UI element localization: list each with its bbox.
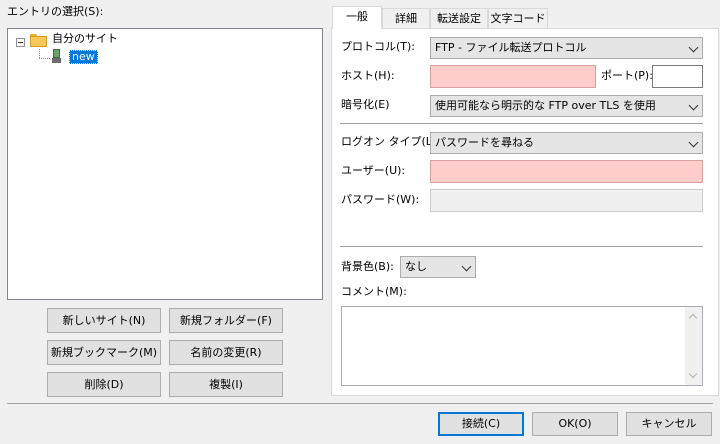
- cancel-button[interactable]: キャンセル: [626, 412, 712, 436]
- new-site-button[interactable]: 新しいサイト(N): [47, 308, 161, 333]
- port-input[interactable]: [652, 65, 703, 88]
- user-input[interactable]: [430, 160, 703, 183]
- comment-scrollbar[interactable]: [685, 307, 702, 385]
- collapse-icon[interactable]: [16, 38, 25, 47]
- chevron-down-icon: [688, 137, 699, 148]
- port-label: ポート(P):: [601, 69, 653, 82]
- protocol-select[interactable]: FTP - ファイル転送プロトコル: [430, 37, 703, 59]
- separator: [340, 123, 703, 124]
- encryption-value: 使用可能なら明示的な FTP over TLS を使用: [435, 99, 656, 112]
- tab-transfer-settings[interactable]: 転送設定: [430, 8, 488, 28]
- new-bookmark-button[interactable]: 新規ブックマーク(M): [47, 340, 161, 365]
- connect-button[interactable]: 接続(C): [438, 412, 524, 436]
- scroll-up-icon[interactable]: [688, 313, 698, 323]
- tree-root-label[interactable]: 自分のサイト: [52, 32, 118, 46]
- rename-button[interactable]: 名前の変更(R): [169, 340, 283, 365]
- folder-icon: [30, 34, 47, 47]
- background-color-select[interactable]: なし: [400, 256, 476, 278]
- ok-button[interactable]: OK(O): [532, 412, 618, 436]
- comment-label: コメント(M):: [341, 285, 407, 298]
- host-label: ホスト(H):: [341, 69, 395, 82]
- protocol-value: FTP - ファイル転送プロトコル: [435, 41, 587, 54]
- chevron-down-icon: [461, 261, 472, 272]
- duplicate-button[interactable]: 複製(I): [169, 372, 283, 397]
- server-icon: [52, 49, 61, 63]
- tab-advanced[interactable]: 詳細: [382, 8, 430, 28]
- site-tree[interactable]: 自分のサイト new: [7, 28, 323, 300]
- scroll-down-icon[interactable]: [688, 369, 698, 379]
- protocol-label: プロトコル(T):: [341, 40, 416, 53]
- delete-button[interactable]: 削除(D): [47, 372, 161, 397]
- new-folder-button[interactable]: 新規フォルダー(F): [169, 308, 283, 333]
- password-input: [430, 189, 703, 212]
- logon-type-value: パスワードを尋ねる: [435, 136, 534, 149]
- footer-separator: [7, 403, 713, 404]
- chevron-down-icon: [688, 42, 699, 53]
- chevron-down-icon: [688, 100, 699, 111]
- password-label: パスワード(W):: [341, 193, 420, 206]
- logon-type-label: ログオン タイプ(L):: [341, 135, 440, 148]
- tab-general[interactable]: 一般: [332, 6, 382, 29]
- comment-textarea[interactable]: [341, 306, 703, 386]
- logon-type-select[interactable]: パスワードを尋ねる: [430, 132, 703, 154]
- encryption-select[interactable]: 使用可能なら明示的な FTP over TLS を使用: [430, 95, 703, 117]
- host-input[interactable]: [430, 65, 596, 88]
- encryption-label: 暗号化(E): [341, 98, 390, 111]
- separator: [340, 246, 703, 247]
- user-label: ユーザー(U):: [341, 164, 406, 177]
- background-color-label: 背景色(B):: [341, 260, 394, 273]
- background-color-value: なし: [405, 260, 427, 273]
- tree-item-new[interactable]: new: [69, 50, 98, 64]
- entry-select-label: エントリの選択(S):: [7, 5, 104, 18]
- tab-charset[interactable]: 文字コード: [488, 8, 548, 28]
